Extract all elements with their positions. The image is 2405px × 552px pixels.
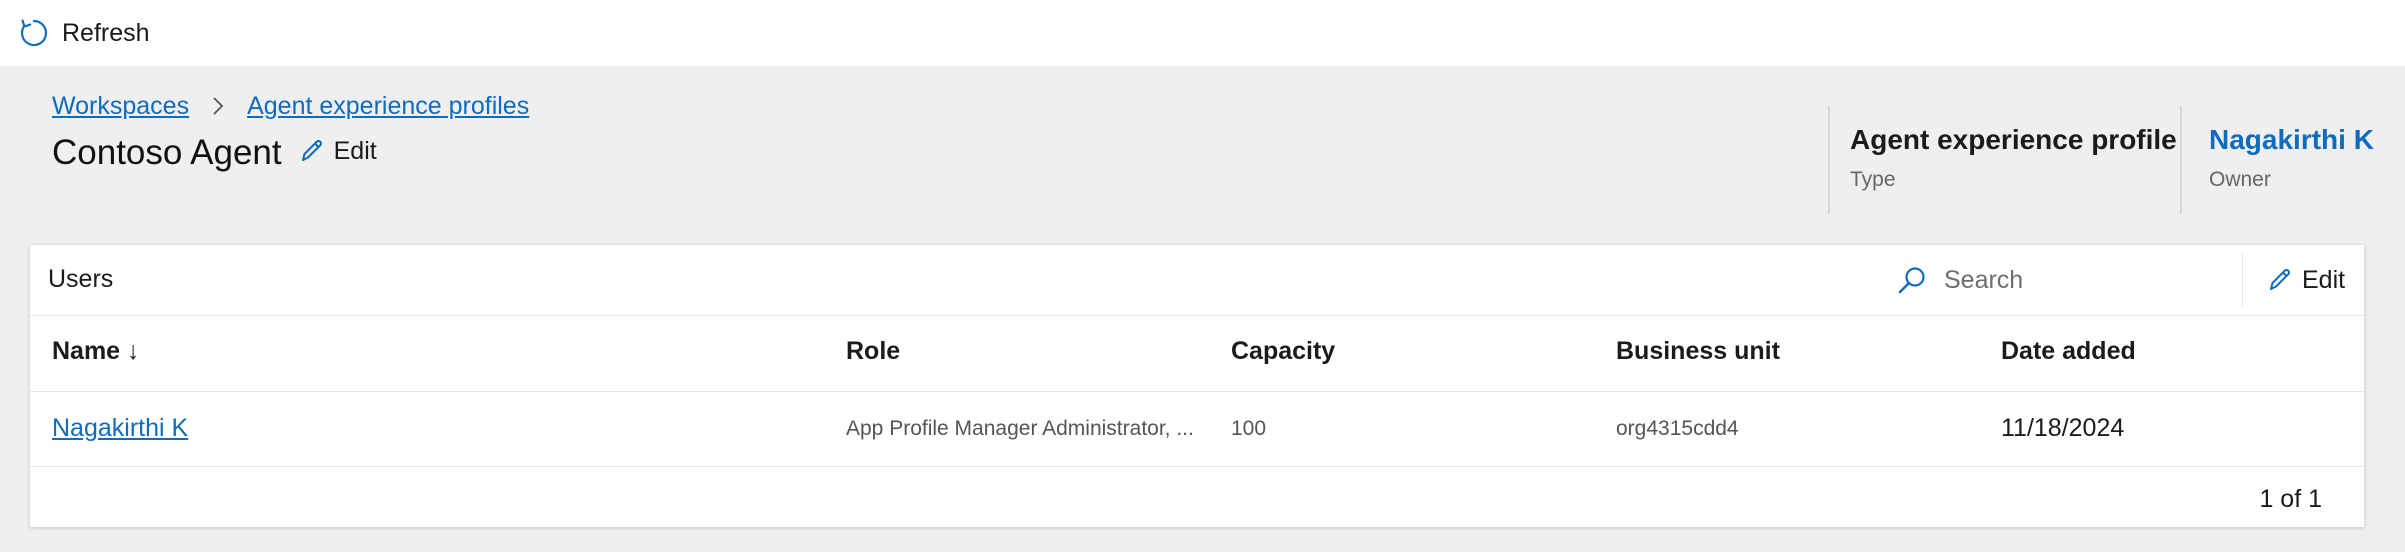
user-name-cell: Nagakirthi K (52, 414, 188, 443)
user-name-link[interactable]: Nagakirthi K (52, 414, 188, 442)
edit-users-button[interactable]: Edit (2266, 261, 2345, 299)
column-header-role[interactable]: Role (846, 337, 900, 366)
column-header-row: Name ↓ Role Capacity Business unit Date … (30, 315, 2364, 392)
refresh-icon (18, 17, 50, 49)
users-card-header: Users Edit (30, 245, 2364, 316)
refresh-label: Refresh (62, 18, 150, 47)
meta-divider (1828, 106, 1830, 214)
search-input[interactable] (1942, 264, 2186, 296)
search-icon (1896, 264, 1928, 296)
breadcrumb-agent-experience-profiles[interactable]: Agent experience profiles (247, 92, 529, 121)
refresh-button[interactable]: Refresh (18, 14, 150, 52)
type-value: Agent experience profile (1850, 124, 2177, 155)
type-field: Agent experience profile Type (1850, 124, 2177, 192)
edit-title-label: Edit (333, 136, 377, 165)
users-card: Users Edit Name ↓ Role Capacity (30, 245, 2364, 527)
pencil-icon (2266, 266, 2294, 294)
search-box[interactable] (1896, 261, 2196, 299)
column-header-date-added[interactable]: Date added (2001, 337, 2136, 366)
capacity-cell: 100 (1231, 417, 1267, 440)
breadcrumb-workspaces[interactable]: Workspaces (52, 92, 189, 121)
title-row: Contoso Agent Edit (52, 128, 377, 178)
column-header-capacity[interactable]: Capacity (1231, 337, 1335, 366)
table-row[interactable]: Nagakirthi K App Profile Manager Adminis… (30, 392, 2364, 467)
chevron-right-icon (211, 96, 225, 116)
meta-divider (2180, 106, 2182, 214)
pagination-status: 1 of 1 (2259, 485, 2322, 513)
owner-field: Nagakirthi K Owner (2209, 124, 2374, 192)
toolbar-divider (2242, 253, 2243, 307)
column-header-name[interactable]: Name ↓ (52, 337, 140, 366)
command-bar: Refresh (0, 0, 2405, 66)
business-unit-cell: org4315cdd4 (1616, 417, 1739, 440)
edit-title-button[interactable]: Edit (298, 137, 377, 166)
owner-label: Owner (2209, 168, 2271, 191)
breadcrumb: Workspaces Agent experience profiles (52, 88, 529, 124)
page-title: Contoso Agent (52, 133, 282, 172)
owner-link[interactable]: Nagakirthi K (2209, 124, 2374, 156)
users-title: Users (48, 265, 114, 293)
type-label: Type (1850, 168, 1896, 191)
pencil-icon (298, 137, 326, 165)
column-header-business-unit[interactable]: Business unit (1616, 337, 1780, 366)
role-cell: App Profile Manager Administrator, ... (846, 417, 1194, 440)
edit-users-label: Edit (2302, 265, 2346, 294)
date-added-cell: 11/18/2024 (2001, 414, 2125, 442)
